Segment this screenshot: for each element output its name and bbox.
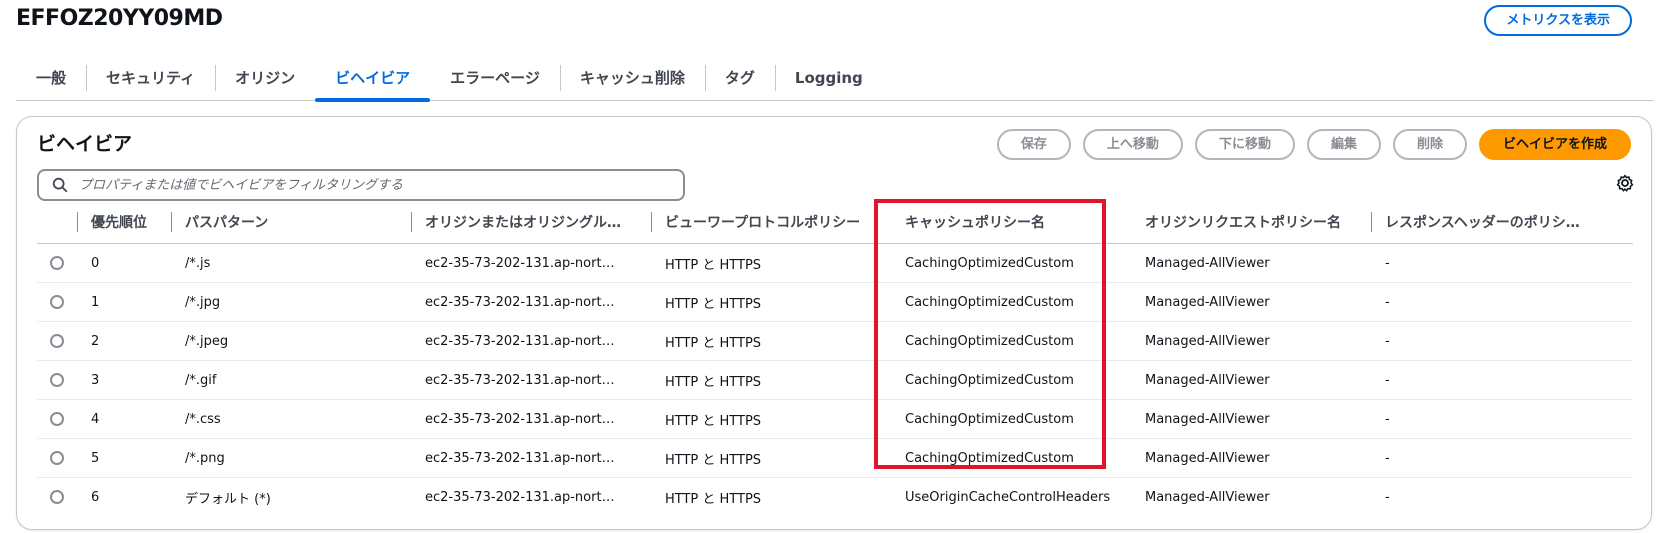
cache-policy-cell: CachingOptimizedCustom <box>891 243 1131 283</box>
distribution-tabs: 一般 セキュリティ オリジン ビヘイビア エラーページ キャッシュ削除 タグ L… <box>16 55 1654 102</box>
origin-cell: ec2-35-73-202-131.ap-nort… <box>411 399 651 439</box>
viewer-protocol-cell: HTTP と HTTPS <box>651 282 891 322</box>
row-select-radio[interactable] <box>50 451 64 465</box>
row-select-radio[interactable] <box>50 295 64 309</box>
column-header-origin[interactable]: オリジンまたはオリジングル… <box>411 201 651 244</box>
tab-behaviors[interactable]: ビヘイビア <box>315 55 431 102</box>
row-select-radio[interactable] <box>50 334 64 348</box>
table-row[interactable]: 3 /*.gif ec2-35-73-202-131.ap-nort… HTTP… <box>37 360 1633 400</box>
edit-button[interactable]: 編集 <box>1306 129 1381 160</box>
view-metrics-button[interactable]: メトリクスを表示 <box>1484 5 1632 36</box>
origin-request-policy-cell: Managed-AllViewer <box>1131 243 1371 283</box>
response-headers-policy-cell: - <box>1371 438 1633 478</box>
viewer-protocol-cell: HTTP と HTTPS <box>651 321 891 361</box>
behavior-filter <box>37 169 685 201</box>
origin-request-policy-cell: Managed-AllViewer <box>1131 438 1371 478</box>
origin-cell: ec2-35-73-202-131.ap-nort… <box>411 438 651 478</box>
priority-cell: 4 <box>77 399 171 439</box>
response-headers-policy-cell: - <box>1371 321 1633 361</box>
origin-request-policy-cell: Managed-AllViewer <box>1131 282 1371 322</box>
behavior-actions: 保存 上へ移動 下に移動 編集 削除 ビヘイビアを作成 <box>996 129 1631 160</box>
path-pattern-cell: /*.css <box>171 399 411 439</box>
origin-request-policy-cell: Managed-AllViewer <box>1131 321 1371 361</box>
search-icon <box>52 177 68 193</box>
origin-request-policy-cell: Managed-AllViewer <box>1145 489 1270 505</box>
cache-policy-cell: CachingOptimizedCustom <box>891 399 1131 439</box>
row-select-radio[interactable] <box>50 256 64 270</box>
settings-gear-icon[interactable] <box>1615 173 1635 193</box>
table-row[interactable]: 0 /*.js ec2-35-73-202-131.ap-nort… HTTP … <box>37 243 1633 283</box>
origin-cell: ec2-35-73-202-131.ap-nort… <box>411 321 651 361</box>
priority-cell: 2 <box>77 321 171 361</box>
path-pattern-cell: /*.jpeg <box>171 321 411 361</box>
origin-cell: ec2-35-73-202-131.ap-nort… <box>425 489 615 505</box>
row-select-radio[interactable] <box>50 412 64 426</box>
response-headers-policy-cell: - <box>1371 243 1633 283</box>
behaviors-table: 優先順位 パスパターン オリジンまたはオリジングル… ビューワープロトコルポリシ… <box>37 201 1633 516</box>
tab-general[interactable]: 一般 <box>16 55 86 100</box>
tab-security[interactable]: セキュリティ <box>86 55 215 100</box>
viewer-protocol-cell: HTTP と HTTPS <box>665 491 762 507</box>
tab-error-pages[interactable]: エラーページ <box>430 55 560 100</box>
table-row[interactable]: 5 /*.png ec2-35-73-202-131.ap-nort… HTTP… <box>37 438 1633 478</box>
priority-cell: 5 <box>77 438 171 478</box>
origin-cell: ec2-35-73-202-131.ap-nort… <box>411 360 651 400</box>
priority-cell: 0 <box>77 243 171 283</box>
tab-tags[interactable]: タグ <box>704 55 775 100</box>
tab-origins[interactable]: オリジン <box>215 55 315 100</box>
response-headers-policy-cell: - <box>1371 399 1633 439</box>
save-button[interactable]: 保存 <box>996 129 1071 160</box>
path-pattern-cell: /*.js <box>171 243 411 283</box>
move-up-button[interactable]: 上へ移動 <box>1082 129 1183 160</box>
cache-policy-cell: CachingOptimizedCustom <box>891 438 1131 478</box>
table-row[interactable]: 2 /*.jpeg ec2-35-73-202-131.ap-nort… HTT… <box>37 321 1633 361</box>
select-column-header <box>37 201 77 244</box>
path-pattern-cell: デフォルト (*) <box>185 491 271 507</box>
search-input[interactable] <box>77 176 683 194</box>
table-row[interactable]: 6 デフォルト (*) ec2-35-73-202-131.ap-nort… H… <box>37 478 1633 517</box>
response-headers-policy-cell: - <box>1385 489 1390 505</box>
path-pattern-cell: /*.gif <box>171 360 411 400</box>
column-header-response-headers-policy[interactable]: レスポンスヘッダーのポリシ… <box>1371 201 1633 244</box>
priority-cell: 1 <box>77 282 171 322</box>
origin-request-policy-cell: Managed-AllViewer <box>1131 399 1371 439</box>
response-headers-policy-cell: - <box>1371 282 1633 322</box>
table-header-row: 優先順位 パスパターン オリジンまたはオリジングル… ビューワープロトコルポリシ… <box>37 201 1633 244</box>
delete-button[interactable]: 削除 <box>1392 129 1467 160</box>
origin-request-policy-cell: Managed-AllViewer <box>1131 360 1371 400</box>
cache-policy-cell: UseOriginCacheControlHeaders <box>905 489 1111 505</box>
row-select-radio[interactable] <box>50 373 64 387</box>
cache-policy-cell: CachingOptimizedCustom <box>891 282 1131 322</box>
origin-cell: ec2-35-73-202-131.ap-nort… <box>411 243 651 283</box>
tab-invalidations[interactable]: キャッシュ削除 <box>559 55 705 100</box>
behaviors-section-title: ビヘイビア <box>37 133 133 155</box>
table-row[interactable]: 4 /*.css ec2-35-73-202-131.ap-nort… HTTP… <box>37 399 1633 439</box>
column-header-viewer-protocol[interactable]: ビューワープロトコルポリシー <box>651 201 891 244</box>
cache-policy-cell: CachingOptimizedCustom <box>891 360 1131 400</box>
path-pattern-cell: /*.png <box>171 438 411 478</box>
column-header-origin-request-policy[interactable]: オリジンリクエストポリシー名 <box>1131 201 1371 244</box>
priority-cell: 3 <box>77 360 171 400</box>
column-header-cache-policy[interactable]: キャッシュポリシー名 <box>891 201 1131 244</box>
column-header-priority[interactable]: 優先順位 <box>77 201 171 244</box>
move-down-button[interactable]: 下に移動 <box>1194 129 1295 160</box>
tab-logging[interactable]: Logging <box>774 55 883 100</box>
column-header-path-pattern[interactable]: パスパターン <box>171 201 411 244</box>
path-pattern-cell: /*.jpg <box>171 282 411 322</box>
priority-cell: 6 <box>91 489 100 505</box>
row-select-radio[interactable] <box>50 490 64 504</box>
create-behavior-button[interactable]: ビヘイビアを作成 <box>1478 129 1631 160</box>
behaviors-container: ビヘイビア 保存 上へ移動 下に移動 編集 削除 ビヘイビアを作成 プロパティま… <box>16 116 1652 530</box>
response-headers-policy-cell: - <box>1371 360 1633 400</box>
origin-cell: ec2-35-73-202-131.ap-nort… <box>411 282 651 322</box>
table-row[interactable]: 1 /*.jpg ec2-35-73-202-131.ap-nort… HTTP… <box>37 282 1633 322</box>
viewer-protocol-cell: HTTP と HTTPS <box>651 399 891 439</box>
viewer-protocol-cell: HTTP と HTTPS <box>651 360 891 400</box>
viewer-protocol-cell: HTTP と HTTPS <box>651 438 891 478</box>
viewer-protocol-cell: HTTP と HTTPS <box>651 243 891 283</box>
page-title: EFFOZ20YY09MD <box>16 6 223 31</box>
cache-policy-cell: CachingOptimizedCustom <box>891 321 1131 361</box>
